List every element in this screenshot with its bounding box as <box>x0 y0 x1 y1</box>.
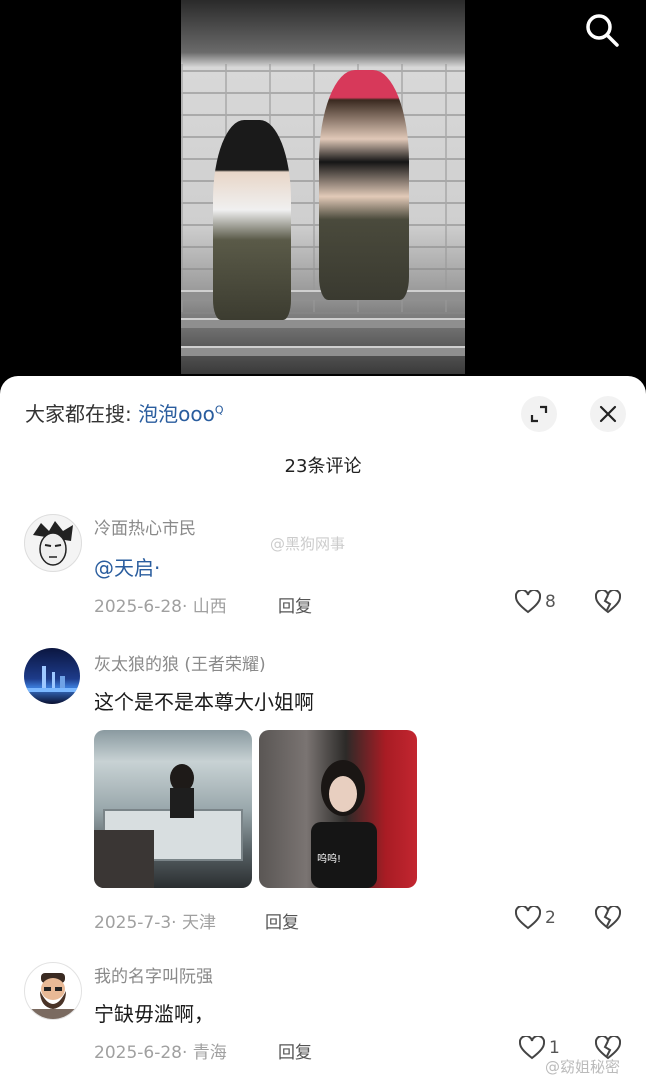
reply-button[interactable]: 回复 <box>278 1038 312 1063</box>
like-count: 1 <box>549 1038 560 1058</box>
mention-link[interactable]: @天启· <box>94 556 160 580</box>
person-left <box>213 120 291 320</box>
avatar[interactable] <box>24 514 82 572</box>
video-frame-photo <box>181 0 465 374</box>
video-area[interactable] <box>0 0 646 400</box>
comment-item: 冷面热心市民 @天启· 2025-6-28· 山西 回复 8 <box>0 510 646 620</box>
reply-button[interactable]: 回复 <box>278 592 312 617</box>
comment-username[interactable]: 灰太狼的狼 (王者荣耀) <box>94 650 266 675</box>
close-button[interactable] <box>590 396 626 432</box>
expand-icon <box>530 405 548 423</box>
person-right <box>319 70 409 300</box>
heart-icon <box>515 906 541 930</box>
comments-sheet: 大家都在搜: 泡泡oooQ 23条评论 冷面热心市民 @天启· 2025-6-2… <box>0 376 646 1080</box>
avatar[interactable] <box>24 962 82 1020</box>
comment-username[interactable]: 我的名字叫阮强 <box>94 962 213 987</box>
search-button[interactable] <box>582 10 622 50</box>
watermark: @窈姐秘密 <box>545 1058 621 1076</box>
broken-heart-icon <box>594 904 622 930</box>
comment-image[interactable] <box>94 730 252 888</box>
close-icon <box>599 405 617 423</box>
search-icon <box>586 14 619 47</box>
search-small-icon: Q <box>214 403 224 417</box>
avatar[interactable] <box>24 648 80 704</box>
heart-icon <box>515 590 541 614</box>
comment-meta: 2025-6-28· 青海 <box>94 1043 227 1063</box>
hot-search-keyword[interactable]: 泡泡ooo <box>138 402 215 426</box>
comment-meta: 2025-7-3· 天津 <box>94 913 216 933</box>
photo-shop-counter <box>94 764 243 888</box>
manga-portrait-icon <box>33 521 73 566</box>
like-button[interactable]: 8 <box>515 590 556 614</box>
comment-item: 我的名字叫阮强 宁缺毋滥啊， 2025-6-28· 青海 回复 1 <box>0 960 646 1070</box>
like-count: 8 <box>545 592 556 612</box>
comment-text: 宁缺毋滥啊， <box>94 1002 214 1026</box>
watermark: @黑狗网事 <box>270 535 346 553</box>
like-button[interactable]: 2 <box>515 906 556 930</box>
hot-search[interactable]: 大家都在搜: 泡泡oooQ <box>25 398 224 427</box>
dislike-button[interactable] <box>594 588 622 618</box>
comment-meta: 2025-6-28· 山西 <box>94 597 227 617</box>
broken-heart-icon <box>594 588 622 614</box>
bearded-man-icon <box>31 973 75 1019</box>
comment-image[interactable]: 呜呜! <box>259 730 417 888</box>
like-count: 2 <box>545 908 556 928</box>
image-caption: 呜呜! <box>317 854 342 865</box>
dislike-button[interactable] <box>594 904 622 934</box>
night-city-icon <box>24 666 80 692</box>
reply-button[interactable]: 回复 <box>265 908 299 933</box>
comment-count: 23条评论 <box>284 456 362 477</box>
heart-icon <box>519 1036 545 1060</box>
comment-text: 这个是不是本尊大小姐啊 <box>94 690 314 714</box>
comment-item: 灰太狼的狼 (王者荣耀) 这个是不是本尊大小姐啊 呜呜! 2025-7-3· 天… <box>0 646 646 936</box>
expand-button[interactable] <box>521 396 557 432</box>
comment-username[interactable]: 冷面热心市民 <box>94 514 196 539</box>
hot-search-prefix: 大家都在搜: <box>25 402 132 426</box>
comment-text: @天启· <box>94 552 160 581</box>
